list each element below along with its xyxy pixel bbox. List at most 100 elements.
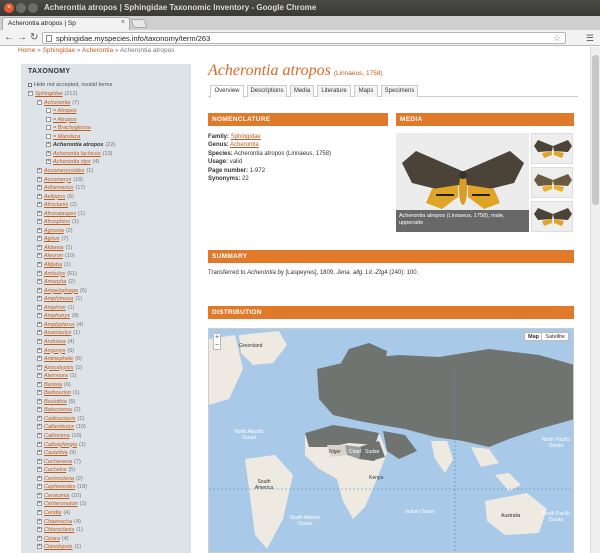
tree-node[interactable]: + Cizara (4) — [37, 535, 69, 543]
tree-node[interactable]: + Chloroclanis (1) — [37, 526, 83, 534]
tree-toggle-icon[interactable]: + — [46, 142, 51, 148]
map-type-satellite[interactable]: Satellite — [541, 332, 569, 341]
tree-node[interactable]: + Cadiouclanis (1) — [37, 415, 84, 423]
tree-toggle-icon[interactable]: + — [37, 304, 42, 310]
tree-node-name[interactable]: Centroctena — [44, 476, 74, 482]
tree-toggle-icon[interactable]: + — [37, 415, 42, 421]
tree-toggle-icon[interactable]: + — [37, 176, 42, 182]
tree-node-name[interactable]: Apocalypsis — [44, 365, 73, 371]
tree-toggle-icon[interactable]: + — [37, 270, 42, 276]
star-icon[interactable]: ☆ — [553, 33, 561, 44]
tree-node-name[interactable]: Altijuba — [44, 262, 62, 268]
tree-node[interactable]: + Banisia (6) — [37, 381, 71, 389]
tab-media[interactable]: Media — [290, 85, 314, 97]
tab-specimens[interactable]: Specimens — [381, 85, 418, 97]
tree-toggle-icon[interactable]: + — [37, 253, 42, 259]
tree-node-name[interactable]: Amorpha — [44, 279, 66, 285]
tree-node[interactable]: + Cerberonoton (1) — [37, 500, 86, 508]
tree-node-name[interactable]: = Manduca — [53, 134, 80, 140]
media-thumbnail[interactable] — [531, 133, 573, 164]
tree-toggle-icon[interactable]: + — [37, 244, 42, 250]
tree-node[interactable]: + Centroctena (2) — [37, 475, 83, 483]
tree-node[interactable]: + Callosphingia (1) — [37, 441, 86, 449]
window-minimize-button[interactable] — [16, 3, 26, 13]
hide-invalid-checkbox[interactable]: Hide not accepted, invalid terms — [28, 82, 112, 88]
tree-node-name[interactable]: Cechetra — [44, 467, 66, 473]
tree-toggle-icon[interactable]: + — [37, 484, 42, 490]
tree-node[interactable]: + Afrosphinx (1) — [37, 218, 79, 226]
tree-node-name[interactable]: Agrius — [44, 236, 60, 242]
tree-toggle-icon[interactable]: + — [37, 467, 42, 473]
tree-node[interactable]: = Atropos — [46, 107, 79, 115]
reload-icon[interactable]: ↻ — [30, 32, 38, 44]
tree-node-name[interactable]: Callionima — [44, 433, 70, 439]
tree-node[interactable]: + Altijuba (1) — [37, 261, 71, 269]
tab-overview[interactable]: Overview — [210, 85, 244, 98]
tree-node[interactable]: − Sphingidae (212) — [28, 90, 77, 98]
new-tab-button[interactable] — [130, 19, 148, 28]
tree-node-name[interactable]: = Atropos — [53, 108, 77, 114]
tree-toggle-icon[interactable] — [46, 125, 51, 131]
tree-node[interactable]: + Acherontia styx (4) — [46, 158, 99, 166]
tree-node-name[interactable]: Amphonyx — [44, 313, 70, 319]
breadcrumb-family[interactable]: Sphingidae — [43, 47, 76, 54]
tree-node-name[interactable]: Ceridia — [44, 510, 61, 516]
tree-node[interactable]: + Anambulyx (1) — [37, 329, 80, 337]
tree-node[interactable]: + Acherontia atropos (22) — [46, 141, 115, 149]
tab-descriptions[interactable]: Descriptions — [247, 85, 287, 97]
tree-toggle-icon[interactable]: + — [37, 330, 42, 336]
tree-toggle-icon[interactable]: + — [37, 210, 42, 216]
tree-node-name[interactable]: Acherontia — [44, 100, 70, 106]
tree-node-name[interactable]: Acherontia atropos — [53, 142, 103, 148]
tree-toggle-icon[interactable]: + — [37, 287, 42, 293]
tree-toggle-icon[interactable]: + — [37, 492, 42, 498]
tree-node-name[interactable]: Acherontia lachesis — [53, 151, 101, 157]
tree-node-name[interactable]: Acosmeryx — [44, 177, 71, 183]
tree-toggle-icon[interactable]: − — [28, 91, 33, 97]
tree-toggle-icon[interactable]: + — [37, 313, 42, 319]
tree-node[interactable]: + Barbourion (1) — [37, 389, 80, 397]
tree-node-name[interactable]: Chloroclanis — [44, 527, 74, 533]
tree-node[interactable]: + Ampelophaga (5) — [37, 287, 87, 295]
checkbox-icon[interactable] — [28, 82, 32, 87]
zoom-out-button[interactable]: − — [214, 342, 220, 350]
media-main-image[interactable]: Acherontia atropos (Linnaeus, 1758), mal… — [396, 133, 529, 232]
tree-node-name[interactable]: Ampelophaga — [44, 288, 78, 294]
tree-toggle-icon[interactable]: + — [37, 364, 42, 370]
tree-node-name[interactable]: Banisia — [44, 382, 62, 388]
tree-toggle-icon[interactable] — [46, 108, 51, 114]
browser-tab[interactable]: Acherontia atropos | Sp × — [2, 17, 130, 30]
tree-node[interactable]: + Cechetra (5) — [37, 466, 75, 474]
tree-toggle-icon[interactable]: + — [37, 544, 42, 550]
tree-node[interactable]: + Afrosataspes (1) — [37, 210, 85, 218]
tree-node[interactable]: + Atemnora (1) — [37, 372, 77, 380]
tree-node-name[interactable]: Angonyx — [44, 348, 65, 354]
tree-toggle-icon[interactable]: + — [37, 219, 42, 225]
tree-node-name[interactable]: Callosphingia — [44, 442, 77, 448]
tree-node[interactable]: + Callionima (10) — [37, 432, 81, 440]
tree-node[interactable]: + Adhemarius (17) — [37, 184, 85, 192]
tree-node[interactable]: + Acosmeryx (18) — [37, 176, 83, 184]
tree-node-name[interactable]: Ambulyx — [44, 271, 65, 277]
zoom-in-button[interactable]: + — [214, 334, 220, 342]
tree-node-name[interactable]: Atemnora — [44, 373, 68, 379]
tree-node-name[interactable]: Amplypterus — [44, 322, 75, 328]
forward-icon[interactable]: → — [17, 32, 27, 44]
tree-node[interactable]: + Aellopos (6) — [37, 193, 74, 201]
tree-node-name[interactable]: Cechenena — [44, 459, 72, 465]
tree-node[interactable]: + Aleuron (10) — [37, 252, 75, 260]
tree-toggle-icon[interactable]: + — [37, 193, 42, 199]
tree-node[interactable]: + Andriasa (4) — [37, 338, 74, 346]
tree-node[interactable]: + Basiothia (5) — [37, 398, 75, 406]
tree-node[interactable]: + Batocnema (2) — [37, 406, 81, 414]
tree-node[interactable]: − Acherontia (7) — [37, 99, 79, 107]
tree-toggle-icon[interactable]: + — [37, 433, 42, 439]
tree-node-name[interactable]: Afrosphinx — [44, 219, 70, 225]
tree-toggle-icon[interactable]: + — [37, 381, 42, 387]
tree-node[interactable]: + Acosmerycoides (1) — [37, 167, 93, 175]
tree-toggle-icon[interactable]: + — [37, 185, 42, 191]
tree-node-name[interactable]: Afrosataspes — [44, 211, 76, 217]
tree-toggle-icon[interactable]: + — [37, 236, 42, 242]
tree-node[interactable]: + Amorpha (2) — [37, 278, 75, 286]
tree-node[interactable]: + Ambulyx (61) — [37, 270, 77, 278]
